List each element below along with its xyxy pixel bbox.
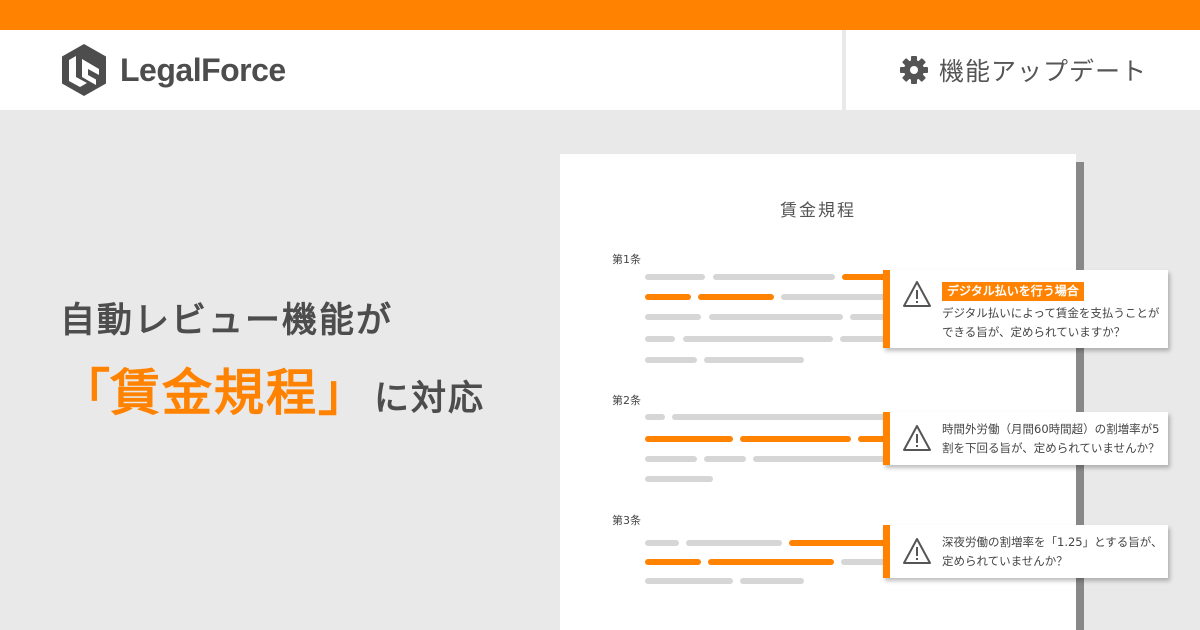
text-line [713,274,835,280]
text-line [841,559,887,565]
highlighted-text-line [645,294,691,300]
feature-update-label: 機能アップデート [938,57,1147,86]
text-line [645,540,679,546]
text-line [850,314,887,320]
highlighted-text-line [645,436,733,442]
text-line [781,294,887,300]
text-line [740,578,804,584]
document-title: 賃金規程 [780,201,856,221]
article-label-3: 第3条 [612,514,641,527]
callout-message: 深夜労働の割増率を「1.25」とする旨が、定められていませんか？ [942,535,1163,568]
text-line [704,357,804,363]
text-line [645,476,713,482]
text-line [645,314,701,320]
brand-name: LegalForce [120,51,286,88]
text-line [645,456,697,462]
highlighted-text-line [842,274,887,280]
highlighted-text-line [698,294,774,300]
feature-update-badge: 機能アップデート [846,30,1200,110]
headline-line2: 「 賃金規程 」 に対応 [60,353,485,425]
headline: 自動レビュー機能が 「 賃金規程 」 に対応 [60,292,485,425]
headline-line1: 自動レビュー機能が [60,301,394,341]
warning-icon [903,538,931,564]
text-line [840,336,887,342]
text-line [645,578,733,584]
callout-tag: デジタル払いを行う場合 [942,282,1084,301]
article-label-2: 第2条 [612,394,641,407]
warning-icon [903,425,931,451]
top-accent-bar [0,0,1200,30]
text-line [753,456,887,462]
headline-emphasis: 賃金規程 [110,364,318,422]
text-line [645,336,675,342]
text-line [672,414,887,420]
text-line [704,456,746,462]
callout-message: デジタル払いによって賃金を支払うことができる旨が、定められていますか？ [942,306,1160,339]
text-line [645,274,705,280]
highlighted-text-line [708,559,834,565]
highlighted-text-line [740,436,851,442]
headline-suffix: に対応 [374,379,486,419]
text-line [645,414,665,420]
review-callout-1: デジタル払いを行う場合 デジタル払いによって賃金を支払うことができる旨が、定めら… [883,270,1168,348]
highlighted-text-line [645,559,701,565]
headline-open-bracket: 「 [60,364,110,422]
callout-message: 時間外労働（月間60時間超）の割増率が5割を下回る旨が、定められていませんか？ [942,422,1160,455]
highlighted-text-line [789,540,887,546]
headline-close-bracket: 」 [318,364,368,422]
brand-logo: LegalForce [60,44,286,96]
text-line [686,540,782,546]
gear-icon [899,56,928,84]
text-line [683,336,833,342]
article-label-1: 第1条 [612,253,641,266]
text-line [645,357,697,363]
review-callout-3: 深夜労働の割増率を「1.25」とする旨が、定められていませんか？ [883,525,1168,578]
review-callout-2: 時間外労働（月間60時間超）の割増率が5割を下回る旨が、定められていませんか？ [883,412,1168,465]
legalforce-logo-icon [62,44,106,96]
text-line [709,314,843,320]
warning-icon [903,281,931,307]
